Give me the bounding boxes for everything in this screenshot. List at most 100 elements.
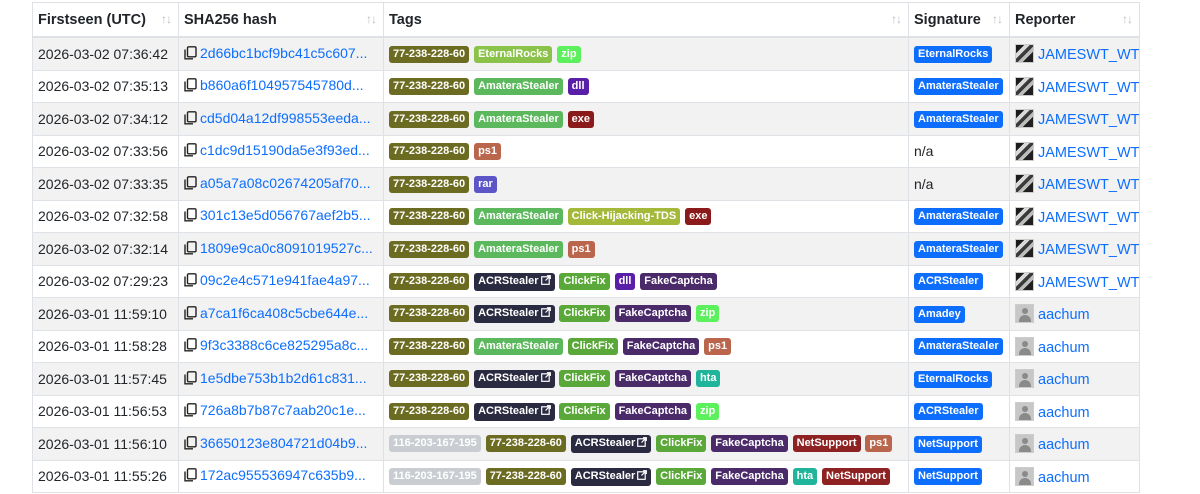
reporter-link[interactable]: aachum (1038, 372, 1090, 388)
tag-badge[interactable]: rar (474, 175, 497, 193)
tag-badge[interactable]: exe (567, 110, 595, 128)
tag-badge[interactable]: 77-238-228-60 (389, 175, 470, 193)
signature-badge[interactable]: ACRStealer (914, 403, 983, 421)
tag-badge[interactable]: AmateraStealer (474, 240, 563, 258)
tag-badge[interactable]: zip (695, 402, 720, 420)
signature-badge[interactable]: EternalRocks (914, 370, 993, 388)
signature-badge[interactable]: EternalRocks (914, 45, 993, 63)
sort-icon[interactable]: ↑↓ (366, 12, 377, 26)
copy-icon[interactable] (184, 468, 197, 485)
signature-badge[interactable]: AmateraStealer (914, 240, 1003, 258)
tag-badge[interactable]: 77-238-228-60 (389, 208, 470, 226)
reporter-link[interactable]: aachum (1038, 340, 1090, 356)
sha256-link[interactable]: c1dc9d15190da5e3f93ed... (200, 142, 370, 158)
tag-badge[interactable]: ACRStealer (570, 467, 652, 486)
tag-badge[interactable]: ClickFix (559, 402, 610, 420)
tag-badge[interactable]: NetSupport (822, 467, 890, 485)
tag-badge[interactable]: 77-238-228-60 (389, 338, 470, 356)
reporter-link[interactable]: aachum (1038, 405, 1090, 421)
sha256-link[interactable]: a05a7a08c02674205af70... (200, 175, 371, 191)
copy-icon[interactable] (184, 338, 197, 355)
tag-badge[interactable]: ACRStealer (474, 272, 555, 291)
sha256-link[interactable]: 1e5dbe753b1b2d61c831... (200, 370, 367, 386)
tag-badge[interactable]: FakeCaptcha (711, 435, 788, 453)
tag-badge[interactable]: ClickFix (559, 272, 610, 290)
tag-badge[interactable]: FakeCaptcha (614, 402, 692, 420)
copy-icon[interactable] (184, 370, 197, 388)
tag-badge[interactable]: hta (695, 370, 721, 388)
tag-badge[interactable]: 77-238-228-60 (485, 435, 566, 453)
tag-badge[interactable]: 77-238-228-60 (485, 467, 566, 485)
sha256-link[interactable]: 726a8b7b87c7aab20c1e... (200, 402, 366, 418)
tag-badge[interactable]: 116-203-167-195 (389, 435, 481, 453)
tag-badge[interactable]: AmateraStealer (474, 208, 563, 226)
tag-badge[interactable]: zip (695, 305, 720, 323)
sha256-link[interactable]: cd5d04a12df998553eeda... (200, 110, 371, 126)
tag-badge[interactable]: FakeCaptcha (640, 272, 717, 290)
sha256-link[interactable]: 36650123e804721d04b9... (200, 435, 367, 451)
tag-badge[interactable]: FakeCaptcha (614, 370, 692, 388)
tag-badge[interactable]: dll (567, 78, 589, 96)
tag-badge[interactable]: Click-Hijacking-TDS (567, 208, 681, 226)
tag-badge[interactable]: ps1 (567, 240, 595, 258)
tag-badge[interactable]: 77-238-228-60 (389, 78, 470, 96)
signature-badge[interactable]: AmateraStealer (914, 208, 1003, 226)
tag-badge[interactable]: zip (557, 45, 581, 63)
tag-badge[interactable]: 116-203-167-195 (389, 467, 481, 485)
tag-badge[interactable]: ClickFix (656, 435, 707, 453)
tag-badge[interactable]: ACRStealer (474, 402, 555, 421)
sha256-link[interactable]: 1809e9ca0c8091019527c... (200, 240, 373, 256)
tag-badge[interactable]: ClickFix (656, 467, 707, 485)
copy-icon[interactable] (184, 273, 197, 290)
column-header-signature[interactable]: Signature ↑↓ (908, 2, 1010, 38)
signature-badge[interactable]: NetSupport (914, 435, 982, 453)
copy-icon[interactable] (184, 175, 197, 193)
sha256-link[interactable]: 301c13e5d056767aef2b5... (200, 207, 371, 223)
column-header-reporter[interactable]: Reporter ↑↓ (1009, 2, 1140, 38)
tag-badge[interactable]: 77-238-228-60 (389, 370, 470, 388)
copy-icon[interactable] (184, 403, 197, 420)
tag-badge[interactable]: AmateraStealer (474, 338, 563, 356)
tag-badge[interactable]: dll (614, 272, 636, 290)
signature-badge[interactable]: NetSupport (914, 468, 982, 486)
reporter-link[interactable]: JAMESWT_WT (1038, 112, 1139, 128)
tag-badge[interactable]: EternalRocks (474, 45, 553, 63)
tag-badge[interactable]: ps1 (865, 435, 893, 453)
sha256-link[interactable]: 09c2e4c571e941fae4a97... (200, 272, 370, 288)
column-header-sha256[interactable]: SHA256 hash ↑↓ (178, 2, 384, 38)
copy-icon[interactable] (184, 208, 197, 225)
tag-badge[interactable]: ps1 (704, 338, 732, 356)
sort-icon[interactable]: ↑↓ (992, 12, 1003, 26)
reporter-link[interactable]: JAMESWT_WT (1038, 210, 1139, 226)
tag-badge[interactable]: ClickFix (559, 370, 610, 388)
tag-badge[interactable]: NetSupport (792, 435, 861, 453)
sha256-link[interactable]: 2d66bc1bcf9bc41c5c607... (200, 45, 367, 61)
column-header-firstseen[interactable]: Firstseen (UTC) ↑↓ (32, 2, 179, 38)
tag-badge[interactable]: exe (685, 208, 712, 226)
copy-icon[interactable] (184, 240, 197, 258)
sort-icon[interactable]: ↑↓ (1122, 12, 1133, 26)
tag-badge[interactable]: FakeCaptcha (622, 338, 700, 356)
reporter-link[interactable]: JAMESWT_WT (1038, 145, 1139, 161)
copy-icon[interactable] (184, 305, 197, 323)
copy-icon[interactable] (184, 435, 197, 453)
signature-badge[interactable]: AmateraStealer (914, 110, 1003, 128)
tag-badge[interactable]: ClickFix (567, 338, 618, 356)
tag-badge[interactable]: 77-238-228-60 (389, 272, 470, 290)
signature-badge[interactable]: ACRStealer (914, 273, 983, 291)
column-header-tags[interactable]: Tags ↑↓ (383, 2, 909, 38)
sha256-link[interactable]: a7ca1f6ca408c5cbe644e... (200, 305, 368, 321)
sort-icon[interactable]: ↑↓ (161, 12, 172, 26)
tag-badge[interactable]: hta (792, 467, 818, 485)
reporter-link[interactable]: aachum (1038, 307, 1090, 323)
tag-badge[interactable]: FakeCaptcha (614, 305, 692, 323)
reporter-link[interactable]: JAMESWT_WT (1038, 47, 1139, 63)
copy-icon[interactable] (184, 143, 197, 160)
reporter-link[interactable]: aachum (1038, 437, 1090, 453)
sha256-link[interactable]: 172ac955536947c635b9... (200, 467, 366, 483)
tag-badge[interactable]: AmateraStealer (474, 110, 563, 128)
signature-badge[interactable]: AmateraStealer (914, 78, 1003, 96)
sha256-link[interactable]: b860a6f104957545780d... (200, 77, 364, 93)
tag-badge[interactable]: 77-238-228-60 (389, 110, 470, 128)
tag-badge[interactable]: ACRStealer (474, 370, 555, 389)
